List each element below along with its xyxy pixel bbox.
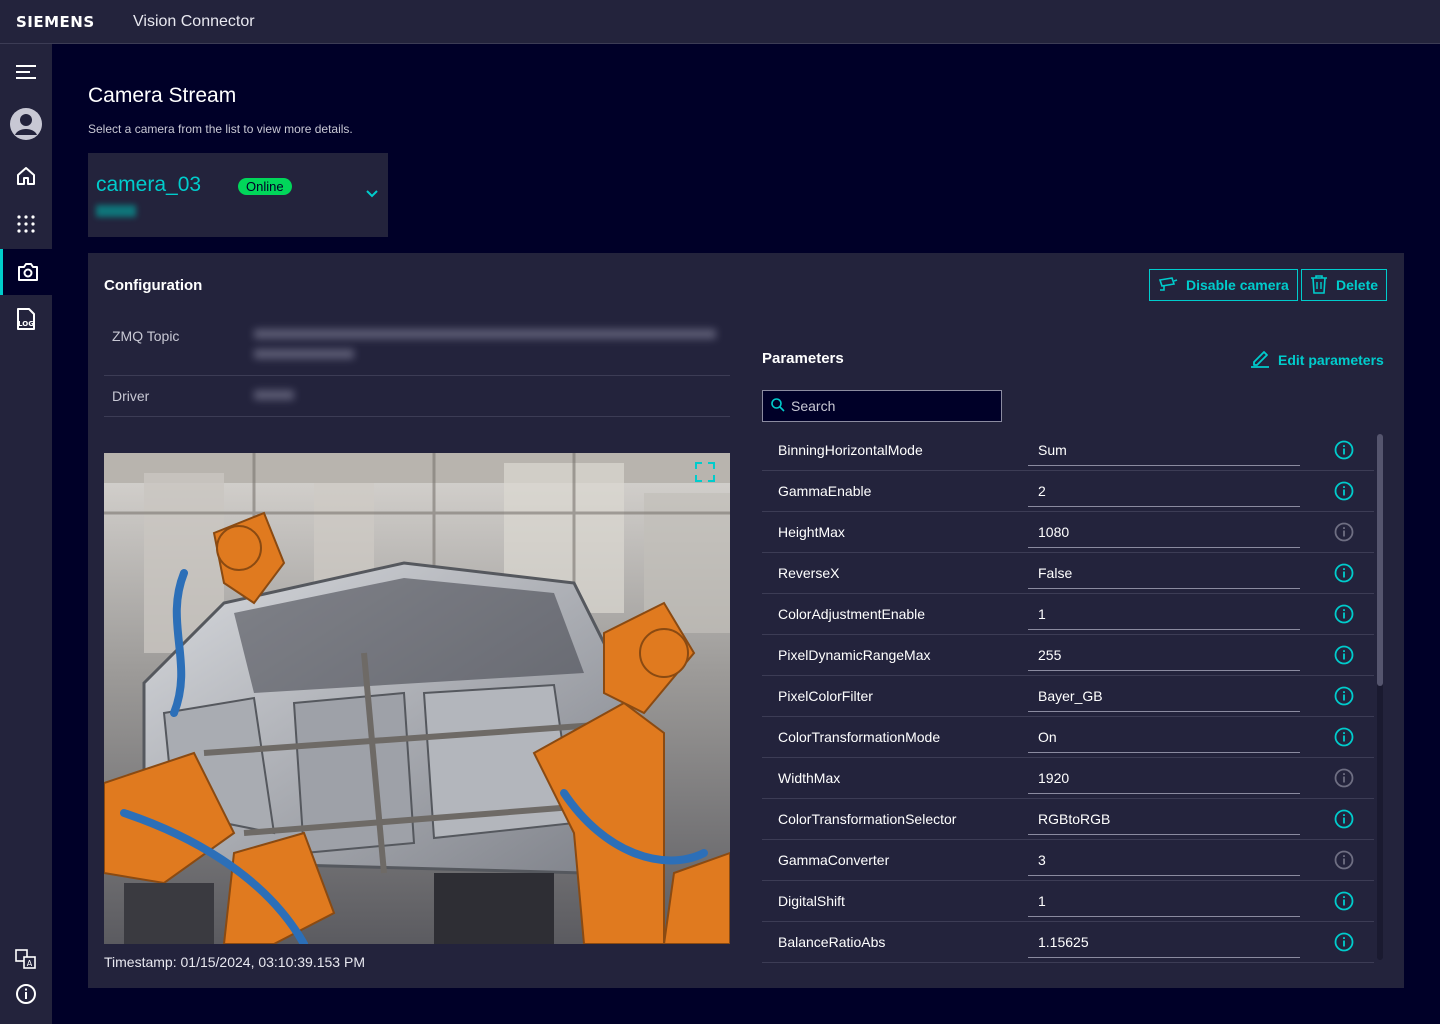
parameter-value-field[interactable]: 3 — [1028, 844, 1300, 876]
camera-name: camera_03 — [96, 173, 202, 196]
info-icon[interactable] — [1334, 809, 1354, 834]
trash-icon — [1310, 274, 1328, 297]
camera-detail-redacted — [96, 205, 136, 217]
parameter-name: ColorTransformationMode — [778, 729, 941, 745]
edit-parameters-label: Edit parameters — [1278, 351, 1384, 368]
parameter-value-field[interactable]: 1.15625 — [1028, 926, 1300, 958]
svg-text:A: A — [27, 959, 33, 968]
scrollbar-thumb[interactable] — [1377, 434, 1383, 686]
top-bar: SIEMENS Vision Connector — [0, 0, 1440, 44]
camera-nav-icon[interactable] — [0, 249, 52, 295]
camera-selector[interactable]: camera_03 Online — [88, 153, 388, 237]
parameter-row: BalanceRatioAbs 1.15625 — [762, 922, 1374, 963]
page-title: Camera Stream — [88, 84, 237, 107]
parameter-scrollbar[interactable] — [1377, 434, 1383, 960]
parameter-row: ColorTransformationSelector RGBtoRGB — [762, 799, 1374, 840]
parameter-name: WidthMax — [778, 770, 841, 786]
info-icon[interactable] — [1334, 645, 1354, 670]
parameter-value-field[interactable]: 1080 — [1028, 516, 1300, 548]
parameter-row: HeightMax 1080 — [762, 512, 1374, 553]
apps-grid-icon[interactable] — [0, 201, 52, 247]
driver-label: Driver — [112, 388, 150, 404]
parameter-name: ColorAdjustmentEnable — [778, 606, 926, 622]
zmq-topic-row: ZMQ Topic — [104, 315, 730, 376]
parameter-search-input[interactable]: Search — [762, 390, 1002, 422]
pencil-icon — [1250, 348, 1270, 371]
parameter-name: GammaConverter — [778, 852, 890, 868]
parameter-name: DigitalShift — [778, 893, 845, 909]
parameter-name: ReverseX — [778, 565, 840, 581]
parameters-title: Parameters — [762, 350, 844, 367]
svg-text:LOG: LOG — [18, 320, 34, 328]
app-title: Vision Connector — [133, 12, 255, 30]
parameter-value-field[interactable]: 1 — [1028, 885, 1300, 917]
parameter-value-field[interactable]: RGBtoRGB — [1028, 803, 1300, 835]
parameter-name: HeightMax — [778, 524, 845, 540]
info-icon[interactable] — [1334, 891, 1354, 916]
parameter-name: BalanceRatioAbs — [778, 934, 886, 950]
info-icon[interactable] — [1334, 768, 1354, 793]
parameter-name: PixelDynamicRangeMax — [778, 647, 931, 663]
parameter-row: PixelColorFilter Bayer_GB — [762, 676, 1374, 717]
disable-camera-button[interactable]: Disable camera — [1149, 269, 1298, 301]
info-icon[interactable] — [1334, 481, 1354, 506]
info-icon[interactable] — [1334, 686, 1354, 711]
zmq-topic-value-redacted-2 — [254, 349, 354, 359]
parameter-row: BinningHorizontalMode Sum — [762, 430, 1374, 471]
status-badge: Online — [238, 178, 292, 195]
parameter-name: GammaEnable — [778, 483, 872, 499]
parameter-row: DigitalShift 1 — [762, 881, 1374, 922]
parameter-value-field[interactable]: 1920 — [1028, 762, 1300, 794]
parameter-value-field[interactable]: 1 — [1028, 598, 1300, 630]
info-icon[interactable] — [1334, 563, 1354, 588]
parameter-value-field[interactable]: Bayer_GB — [1028, 680, 1300, 712]
parameter-row: GammaConverter 3 — [762, 840, 1374, 881]
info-icon[interactable] — [1334, 522, 1354, 547]
parameter-value-field[interactable]: False — [1028, 557, 1300, 589]
delete-button[interactable]: Delete — [1301, 269, 1388, 301]
parameter-row: PixelDynamicRangeMax 255 — [762, 635, 1374, 676]
sidebar: LOG A — [0, 44, 52, 1024]
parameter-row: WidthMax 1920 — [762, 758, 1374, 799]
parameter-row: ColorTransformationMode On — [762, 717, 1374, 758]
user-avatar-icon[interactable] — [0, 101, 52, 147]
camera-off-icon — [1158, 276, 1178, 295]
zmq-topic-value-redacted — [254, 329, 716, 339]
driver-value-redacted — [254, 390, 294, 400]
parameter-name: PixelColorFilter — [778, 688, 873, 704]
parameter-name: ColorTransformationSelector — [778, 811, 957, 827]
about-info-icon[interactable] — [0, 971, 52, 1017]
info-icon[interactable] — [1334, 604, 1354, 629]
info-icon[interactable] — [1334, 850, 1354, 875]
frame-timestamp: Timestamp: 01/15/2024, 03:10:39.153 PM — [104, 954, 365, 970]
camera-preview-image — [104, 453, 730, 944]
parameter-value-field[interactable]: On — [1028, 721, 1300, 753]
parameter-row: GammaEnable 2 — [762, 471, 1374, 512]
brand-logo: SIEMENS — [16, 12, 95, 31]
page-subtitle: Select a camera from the list to view mo… — [88, 122, 353, 136]
driver-row: Driver — [104, 376, 730, 417]
parameter-value-field[interactable]: 255 — [1028, 639, 1300, 671]
search-placeholder: Search — [791, 398, 836, 414]
zmq-topic-label: ZMQ Topic — [112, 328, 180, 344]
info-icon[interactable] — [1334, 727, 1354, 752]
parameter-row: ReverseX False — [762, 553, 1374, 594]
configuration-title: Configuration — [104, 277, 203, 294]
info-icon[interactable] — [1334, 440, 1354, 465]
parameter-value-field[interactable]: Sum — [1028, 434, 1300, 466]
parameter-value-field[interactable]: 2 — [1028, 475, 1300, 507]
home-icon[interactable] — [0, 153, 52, 199]
parameter-list: BinningHorizontalMode Sum GammaEnable 2 Heig… — [762, 430, 1374, 963]
chevron-down-icon[interactable] — [366, 185, 378, 203]
delete-label: Delete — [1336, 277, 1379, 293]
info-icon[interactable] — [1334, 932, 1354, 957]
disable-camera-label: Disable camera — [1186, 277, 1289, 293]
menu-icon[interactable] — [0, 49, 52, 95]
parameter-name: BinningHorizontalMode — [778, 442, 923, 458]
log-icon[interactable]: LOG — [0, 296, 52, 342]
search-icon — [771, 397, 785, 415]
configuration-panel: Configuration Disable camera Delete ZMQ … — [88, 253, 1404, 988]
parameter-row: ColorAdjustmentEnable 1 — [762, 594, 1374, 635]
edit-parameters-button[interactable]: Edit parameters — [1250, 348, 1384, 371]
